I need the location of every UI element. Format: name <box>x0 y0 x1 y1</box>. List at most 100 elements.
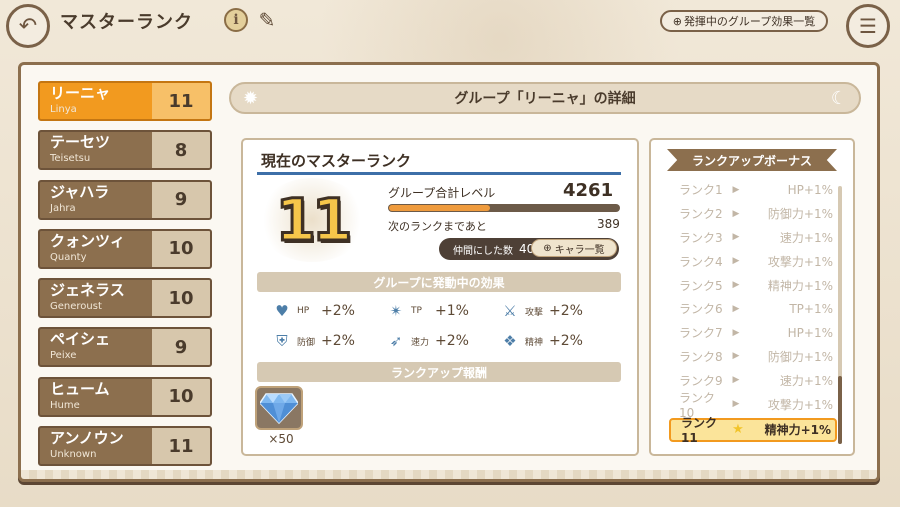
running-icon: ➶ <box>389 332 403 350</box>
bonus-rank: ランク5 <box>679 278 723 293</box>
effect-item: ⛨ 防御 +2% <box>271 330 385 352</box>
play-arrow-icon: ▶ <box>732 280 740 291</box>
level-progress-bar <box>388 204 620 212</box>
current-rank-number: 11 <box>274 185 354 256</box>
effect-value: +2% <box>549 303 583 319</box>
effect-label: TP <box>411 306 422 316</box>
group-name: ジェネラス <box>50 281 125 300</box>
menu-button[interactable]: ☰ <box>846 4 890 48</box>
bonus-effect: 精神力+1% <box>764 423 831 438</box>
bonus-effect: 速力+1% <box>779 230 833 245</box>
chara-list-button[interactable]: ⊕ キャラ一覧 <box>531 239 617 257</box>
star-gem-icon: ✴ <box>389 302 403 320</box>
moon-icon: ☾ <box>830 88 847 109</box>
group-name: クォンツィ <box>50 231 126 250</box>
back-arrow-icon: ↶ <box>18 13 38 39</box>
bonus-row-current: ランク11 ★ 精神力+1% <box>669 416 837 445</box>
group-name-en: Teisetsu <box>50 153 91 165</box>
group-item[interactable]: ペイシェ Peixe 9 <box>38 327 212 368</box>
group-name-en: Hume <box>50 399 80 411</box>
effect-value: +2% <box>321 333 355 349</box>
bonus-scrollbar-thumb[interactable] <box>838 376 842 444</box>
reward-item[interactable]: ×50 <box>255 386 307 450</box>
group-item[interactable]: アンノウン Unknown 11 <box>38 426 212 467</box>
bonus-rank: ランク7 <box>679 326 723 341</box>
effect-value: +2% <box>549 333 583 349</box>
big-rank-display: 11 <box>257 178 367 262</box>
group-rank: 10 <box>152 378 210 415</box>
crystal-icon: ❖ <box>503 332 517 350</box>
bonus-effect: 速力+1% <box>779 373 833 388</box>
group-name-en: Quanty <box>50 251 87 263</box>
group-name-en: Jahra <box>50 202 76 214</box>
play-arrow-icon: ▶ <box>732 256 740 267</box>
group-name-col: クォンツィ Quanty <box>40 231 152 267</box>
heart-shield-icon: ♥ <box>275 302 289 320</box>
play-arrow-icon: ▶ <box>732 184 740 195</box>
members-label: 仲間にした数 <box>453 245 513 257</box>
group-name-col: ヒューム Hume <box>40 379 152 415</box>
diamond-gem-icon <box>255 386 303 430</box>
level-progress-fill <box>389 205 491 211</box>
bonus-row: ランク4 ▶ 攻撃力+1% <box>669 249 837 273</box>
current-rank-panel: 現在のマスターランク 11 グループ合計レベル 4261 次のランクまであと 3… <box>241 138 639 456</box>
bonus-effect: HP+1% <box>787 182 833 197</box>
group-name: ペイシェ <box>50 330 111 349</box>
current-rank-title: 現在のマスターランク <box>261 152 412 170</box>
bonus-title: ランクアップボーナス <box>667 149 837 171</box>
sun-icon: ✹ <box>243 88 259 109</box>
back-button[interactable]: ↶ <box>6 4 50 48</box>
bonus-row: ランク7 ▶ HP+1% <box>669 321 837 345</box>
group-effects-list-button[interactable]: ⊕ 発揮中のグループ効果一覧 <box>660 10 828 32</box>
group-list: リーニャ Linya 11 テーセツ Teisetsu 8 ジャハラ Jahra 9 クォンツィ Q… <box>38 81 212 475</box>
effect-item: ❖ 精神 +2% <box>499 330 613 352</box>
group-name-en: Generoust <box>50 301 102 313</box>
group-item[interactable]: リーニャ Linya 11 <box>38 81 212 121</box>
active-effects-header: グループに発動中の効果 <box>257 272 621 292</box>
group-name-col: テーセツ Teisetsu <box>40 132 152 168</box>
effect-label: 速力 <box>411 337 430 348</box>
group-name-en: Linya <box>50 104 77 115</box>
group-rank: 9 <box>152 181 210 218</box>
bonus-rank: ランク9 <box>679 373 723 388</box>
group-name-col: ジェネラス Generoust <box>40 280 152 316</box>
group-name: リーニャ <box>50 84 111 102</box>
group-item[interactable]: ジェネラス Generoust 10 <box>38 278 212 319</box>
effect-label: 防御 <box>297 337 316 348</box>
next-rank-value: 389 <box>597 217 620 231</box>
group-name-en: Unknown <box>50 449 97 461</box>
bonus-row: ランク2 ▶ 防御力+1% <box>669 202 837 226</box>
bonus-scrollbar[interactable] <box>838 186 842 444</box>
group-item[interactable]: ヒューム Hume 10 <box>38 376 212 417</box>
group-item[interactable]: ジャハラ Jahra 9 <box>38 179 212 220</box>
play-arrow-icon: ▶ <box>732 208 740 219</box>
group-item[interactable]: クォンツィ Quanty 10 <box>38 228 212 269</box>
zoom-in-icon: ⊕ <box>672 14 682 28</box>
group-name-col: リーニャ Linya <box>40 83 152 119</box>
zoom-in-icon: ⊕ <box>543 242 552 254</box>
group-name-en: Peixe <box>50 350 77 362</box>
rank-up-bonus-panel: ランクアップボーナス ランク1 ▶ HP+1% ランク2 ▶ 防御力+1% ランク3 ▶ 速力+… <box>649 138 855 456</box>
group-level-value: 4261 <box>563 180 614 201</box>
play-arrow-icon: ▶ <box>732 399 740 410</box>
bonus-rank: ランク3 <box>679 230 723 245</box>
reward-count: ×50 <box>268 432 294 446</box>
page-title: マスターランク <box>60 12 193 33</box>
play-arrow-icon: ▶ <box>732 232 740 243</box>
group-rank: 11 <box>152 83 210 119</box>
bonus-row: ランク1 ▶ HP+1% <box>669 178 837 202</box>
info-icon[interactable]: i <box>224 8 248 32</box>
bonus-rank: ランク4 <box>679 254 723 269</box>
bonus-row: ランク10 ▶ 攻撃力+1% <box>669 391 837 420</box>
play-arrow-icon: ▶ <box>732 351 740 362</box>
group-detail-header: ✹ グループ「リーニャ」の詳細 ☾ <box>229 82 861 114</box>
group-name: ヒューム <box>50 379 110 398</box>
bonus-row: ランク3 ▶ 速力+1% <box>669 226 837 250</box>
notebook-icon[interactable]: ✎ <box>255 6 279 34</box>
effect-row: ♥ HP +2% ✴ TP +1% ⚔ 攻撃 +2% <box>271 296 621 326</box>
effect-label: HP <box>297 306 310 316</box>
group-item[interactable]: テーセツ Teisetsu 8 <box>38 130 212 171</box>
play-arrow-icon: ▶ <box>732 375 740 386</box>
bonus-effect: 攻撃力+1% <box>767 397 833 412</box>
bonus-effect: TP+1% <box>789 301 833 316</box>
